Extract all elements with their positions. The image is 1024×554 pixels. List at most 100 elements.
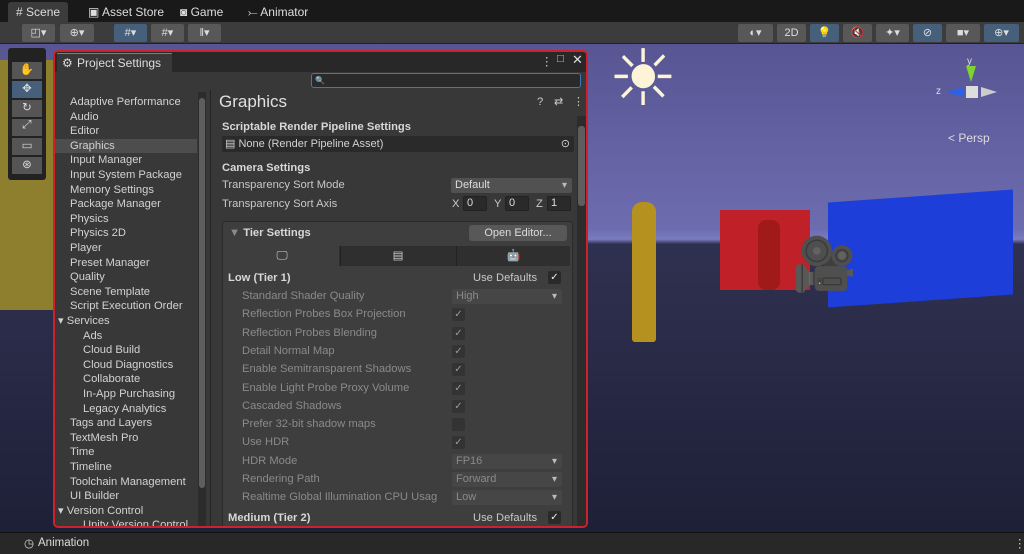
- projection-label[interactable]: < Persp: [948, 131, 990, 145]
- effects-button[interactable]: ✦▾: [876, 24, 909, 42]
- hand-tool-icon[interactable]: ✋: [12, 62, 42, 79]
- axis-z-field[interactable]: 1: [547, 196, 571, 211]
- settings-list-item[interactable]: ▾ Services: [58, 314, 110, 329]
- settings-list-item[interactable]: Legacy Analytics: [83, 402, 166, 417]
- settings-list-item-label: Graphics: [70, 140, 115, 152]
- tier-setting-checkbox[interactable]: ✓: [452, 436, 465, 449]
- 2d-toggle[interactable]: 2D: [777, 24, 806, 42]
- tab-android-icon[interactable]: 🤖: [456, 246, 570, 266]
- settings-list-item[interactable]: Package Manager: [70, 197, 161, 212]
- help-icon[interactable]: ?: [537, 96, 543, 108]
- settings-list-item[interactable]: Time: [70, 445, 94, 460]
- z-axis-cone[interactable]: [946, 87, 964, 97]
- tab-scene[interactable]: # Scene: [8, 2, 68, 22]
- camera-button[interactable]: ■▾: [946, 24, 980, 42]
- rotate-tool-icon[interactable]: ↻: [12, 100, 42, 117]
- orientation-gizmo[interactable]: y z: [938, 56, 1008, 136]
- settings-list-item[interactable]: Toolchain Management: [70, 475, 186, 490]
- sort-mode-dropdown[interactable]: Default: [451, 178, 572, 193]
- search-input[interactable]: 🔍: [311, 73, 581, 88]
- tier-setting-dropdown[interactable]: FP16: [452, 454, 562, 469]
- tab-game[interactable]: ◙ Game: [172, 2, 231, 22]
- tier-setting-dropdown[interactable]: Low: [452, 490, 562, 505]
- more-icon[interactable]: ⋮: [573, 95, 584, 108]
- panel-scrollbar[interactable]: [577, 116, 586, 528]
- project-settings-tab[interactable]: ⚙Project Settings: [57, 53, 172, 72]
- tier-settings-foldout[interactable]: ▼ Tier Settings: [229, 227, 311, 239]
- settings-list-item[interactable]: Tags and Layers: [70, 416, 152, 431]
- settings-list-item[interactable]: Input Manager: [70, 153, 142, 168]
- camera-gizmo-icon[interactable]: 🎥: [792, 234, 857, 295]
- maximize-icon[interactable]: □: [557, 53, 564, 65]
- tier1-use-defaults-checkbox[interactable]: ✓: [548, 271, 561, 284]
- move-tool-icon[interactable]: ✥: [12, 81, 42, 98]
- more-options-icon[interactable]: ⋮: [541, 54, 553, 68]
- settings-list-item[interactable]: Unity Version Control: [83, 518, 188, 528]
- gizmo-center-cube[interactable]: [966, 86, 978, 98]
- settings-list-item[interactable]: Ads: [83, 329, 102, 344]
- tier-setting-checkbox[interactable]: ✓: [452, 400, 465, 413]
- settings-list-item[interactable]: Memory Settings: [70, 183, 154, 198]
- tier-setting-checkbox[interactable]: ✓: [452, 382, 465, 395]
- snap-increment-button[interactable]: #▾: [151, 24, 184, 42]
- animation-panel-tab[interactable]: ◷ Animation ⋮: [0, 532, 1024, 554]
- lighting-toggle[interactable]: 💡: [810, 24, 839, 42]
- settings-list-item[interactable]: Graphics: [55, 139, 197, 154]
- open-editor-button[interactable]: Open Editor...: [469, 225, 567, 241]
- tier-setting-checkbox[interactable]: ✓: [452, 345, 465, 358]
- settings-list-item[interactable]: ▾ Version Control: [58, 504, 143, 519]
- visibility-toggle[interactable]: ⊘: [913, 24, 942, 42]
- srp-asset-field[interactable]: ▤ None (Render Pipeline Asset)⊙: [222, 136, 574, 152]
- tab-webgl-icon[interactable]: ▤: [340, 246, 455, 266]
- presets-icon[interactable]: ⇄: [554, 95, 563, 108]
- transform-tool-icon[interactable]: ⊛: [12, 157, 42, 174]
- character-red[interactable]: [758, 220, 780, 290]
- settings-list-item[interactable]: Editor: [70, 124, 99, 139]
- tab-asset-store[interactable]: ▣ Asset Store: [80, 2, 172, 22]
- settings-list-item[interactable]: Script Execution Order: [70, 299, 183, 314]
- tier-setting-checkbox[interactable]: ✓: [452, 308, 465, 321]
- close-icon[interactable]: ✕: [572, 52, 583, 68]
- ruler-button[interactable]: ‖▾: [188, 24, 221, 42]
- axis-x-field[interactable]: 0: [463, 196, 487, 211]
- settings-list-item[interactable]: TextMesh Pro: [70, 431, 138, 446]
- gizmos-button[interactable]: ⊕▾: [984, 24, 1019, 42]
- draw-mode-button[interactable]: ◰▾: [22, 24, 55, 42]
- tier-setting-dropdown[interactable]: High: [452, 289, 562, 304]
- settings-list-item[interactable]: Cloud Diagnostics: [83, 358, 173, 373]
- shading-mode-button[interactable]: ◐▾: [738, 24, 773, 42]
- settings-list-item[interactable]: Preset Manager: [70, 256, 150, 271]
- object-picker-icon[interactable]: ⊙: [561, 136, 570, 152]
- settings-list-item[interactable]: Scene Template: [70, 285, 150, 300]
- settings-list-item[interactable]: Input System Package: [70, 168, 182, 183]
- settings-list-item[interactable]: Timeline: [70, 460, 112, 475]
- tier-setting-checkbox[interactable]: ✓: [452, 327, 465, 340]
- more-options-icon[interactable]: ⋮: [1014, 536, 1024, 550]
- settings-list-item[interactable]: Player: [70, 241, 102, 256]
- tier2-use-defaults-checkbox[interactable]: ✓: [548, 511, 561, 524]
- settings-list-item[interactable]: Physics 2D: [70, 226, 126, 241]
- tier-setting-dropdown[interactable]: Forward: [452, 472, 562, 487]
- settings-list-item[interactable]: Collaborate: [83, 372, 140, 387]
- list-scrollbar[interactable]: [198, 92, 206, 528]
- grid-snap-button[interactable]: #▾: [114, 24, 147, 42]
- scale-tool-icon[interactable]: ⤢: [12, 119, 42, 136]
- settings-list-item[interactable]: Quality: [70, 270, 105, 285]
- axis-y-field[interactable]: 0: [505, 196, 529, 211]
- tab-animator[interactable]: ⤚ Animator: [240, 2, 316, 22]
- settings-list-item[interactable]: In-App Purchasing: [83, 387, 175, 402]
- settings-list-item[interactable]: Audio: [70, 110, 99, 125]
- y-axis-cone[interactable]: [966, 66, 976, 82]
- global-button[interactable]: ⊕▾: [60, 24, 94, 42]
- settings-list-item[interactable]: UI Builder: [70, 489, 119, 504]
- settings-list-item[interactable]: Cloud Build: [83, 343, 140, 358]
- directional-light-icon[interactable]: ☀: [608, 44, 678, 118]
- tier-setting-checkbox[interactable]: [452, 418, 465, 431]
- settings-list-item[interactable]: Adaptive Performance: [70, 95, 181, 110]
- audio-toggle[interactable]: 🔇: [843, 24, 872, 42]
- settings-list-item[interactable]: Physics: [70, 212, 109, 227]
- tier-setting-checkbox[interactable]: ✓: [452, 363, 465, 376]
- character-yellow[interactable]: [632, 202, 656, 342]
- rect-tool-icon[interactable]: ▭: [12, 138, 42, 155]
- tab-standalone-monitor-icon[interactable]: 🖵: [225, 246, 339, 266]
